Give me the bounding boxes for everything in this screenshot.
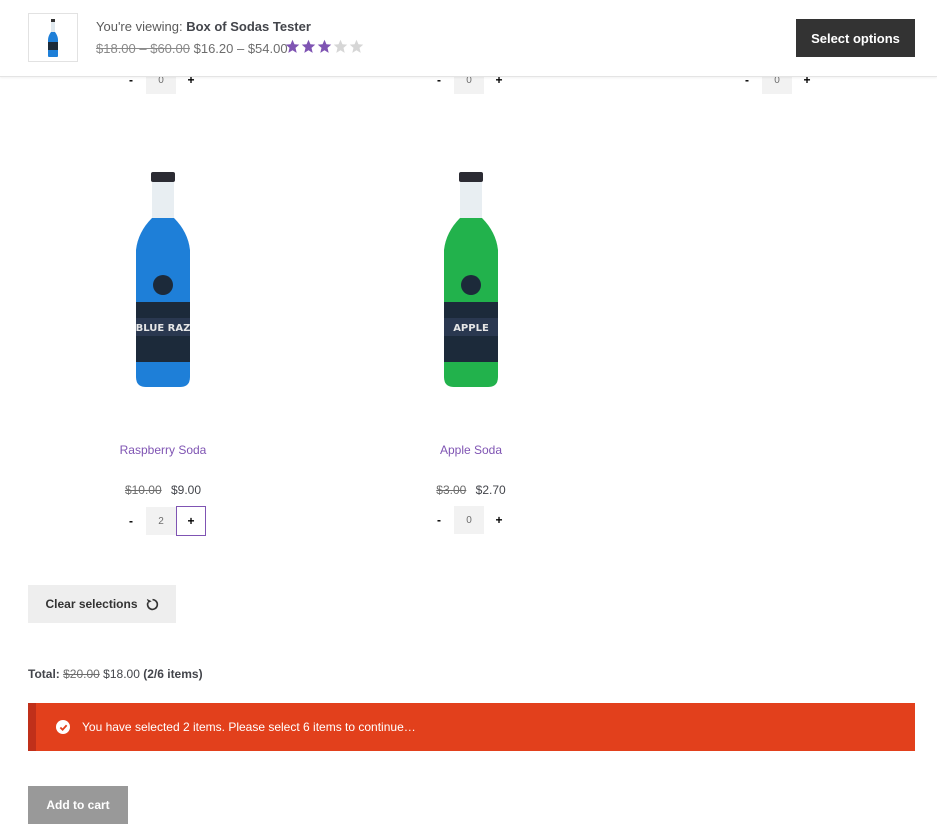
qty-plus-button[interactable]: +	[484, 506, 514, 534]
product-old-price: $10.00	[124, 483, 162, 497]
bottle-label-text: APPLE	[453, 323, 489, 334]
total-new-price: $18.00	[103, 667, 140, 681]
qty-minus-button[interactable]: -	[116, 507, 146, 535]
reset-icon	[146, 598, 158, 610]
qty-selector: - 2 +	[116, 506, 206, 536]
error-notice: You have selected 2 items. Please select…	[28, 703, 915, 751]
qty-input[interactable]: 2	[146, 507, 176, 535]
star-empty-icon	[349, 39, 364, 53]
product-title-link[interactable]: Apple Soda	[371, 443, 571, 457]
bottle-label-text: BLUE RAZ	[136, 323, 191, 334]
star-empty-icon	[333, 39, 348, 53]
qty-selector: - 0 +	[424, 506, 514, 534]
check-circle-icon	[56, 720, 70, 734]
qty-minus-button[interactable]: -	[424, 506, 454, 534]
sticky-new-price: $16.20 – $54.00	[193, 41, 288, 56]
product-image[interactable]: APPLE	[371, 172, 571, 402]
viewing-prefix: You're viewing:	[96, 19, 183, 34]
star-filled-icon	[317, 39, 332, 53]
soda-bottle-image: BLUE RAZ	[136, 172, 191, 387]
product-price: $3.00 $2.70	[371, 483, 571, 497]
product-card: APPLE Apple Soda $3.00 $2.70	[371, 172, 571, 542]
sticky-product-name: Box of Sodas Tester	[186, 19, 311, 34]
product-image[interactable]: BLUE RAZ	[63, 172, 263, 402]
total-old-price: $20.00	[63, 667, 100, 681]
product-price: $10.00 $9.00	[63, 483, 263, 497]
clear-selections-button[interactable]: Clear selections	[28, 585, 176, 623]
total-label: Total:	[28, 667, 60, 681]
star-filled-icon	[285, 39, 300, 53]
product-title-link[interactable]: Raspberry Soda	[63, 443, 263, 457]
soda-bottle-image: APPLE	[444, 172, 498, 387]
qty-plus-button[interactable]: +	[176, 506, 206, 536]
star-rating	[285, 39, 364, 54]
total-summary: Total: $20.00 $18.00 (2/6 items)	[28, 667, 203, 681]
star-filled-icon	[301, 39, 316, 53]
product-card: BLUE RAZ Raspberry Soda $10.00 $9.00	[63, 172, 263, 542]
product-thumbnail[interactable]	[28, 13, 78, 62]
add-to-cart-button[interactable]: Add to cart	[28, 786, 128, 824]
product-current-price: $2.70	[475, 483, 506, 497]
notice-text: You have selected 2 items. Please select…	[82, 720, 416, 734]
qty-input[interactable]: 0	[454, 506, 484, 534]
select-options-button[interactable]: Select options	[796, 19, 915, 57]
total-items-count: (2/6 items)	[143, 667, 203, 681]
sticky-product-bar: You're viewing: Box of Sodas Tester $18.…	[0, 0, 937, 77]
bottle-thumbnail-icon	[48, 18, 58, 57]
viewing-text: You're viewing: Box of Sodas Tester	[96, 19, 311, 34]
product-current-price: $9.00	[171, 483, 202, 497]
sticky-price: $18.00 – $60.00 $16.20 – $54.00	[96, 41, 288, 56]
clear-selections-label: Clear selections	[45, 597, 138, 611]
sticky-old-price: $18.00 – $60.00	[96, 41, 190, 56]
product-old-price: $3.00	[436, 483, 467, 497]
